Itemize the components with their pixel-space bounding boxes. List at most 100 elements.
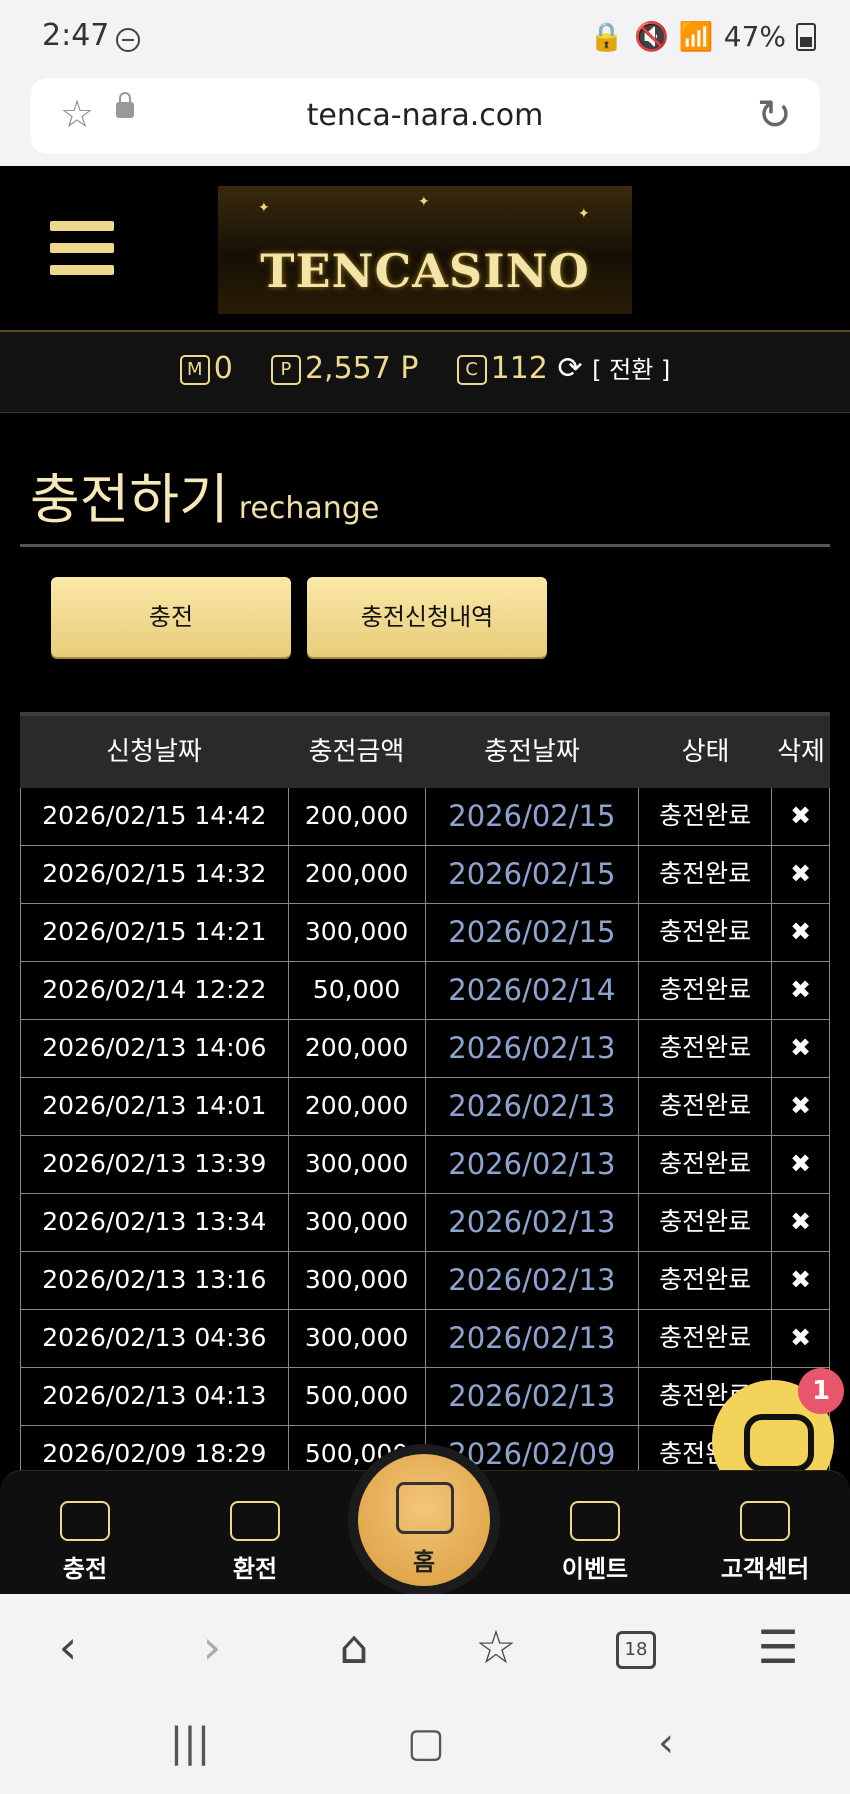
page-subtitle: rechange (238, 491, 380, 526)
charge-icon (60, 1501, 110, 1541)
home-heart-icon (396, 1482, 454, 1534)
delete-icon[interactable]: ✖ (772, 788, 830, 846)
coin-badge-icon: C (456, 355, 487, 385)
nav-event-label: 이벤트 (561, 1555, 629, 1583)
table-row: 2026/02/13 14:01 200,000 2026/02/13 충전완료 ✖ (20, 1078, 830, 1136)
support-icon (740, 1501, 790, 1541)
system-home-icon[interactable]: ▢ (386, 1720, 466, 1766)
lock-battery-icon: 🔒 (589, 20, 625, 53)
delete-icon[interactable]: ✖ (772, 1194, 830, 1252)
status-cell: 충전완료 (639, 1194, 773, 1252)
nav-charge-label: 충전 (62, 1555, 108, 1583)
amount-cell: 300,000 (288, 1310, 426, 1368)
delete-icon[interactable]: ✖ (772, 1078, 830, 1136)
charged-date-cell: 2026/02/13 (425, 1020, 640, 1078)
tab-count: 18 (616, 1631, 656, 1669)
delete-icon[interactable]: ✖ (772, 962, 830, 1020)
requested-date-cell: 2026/02/13 04:13 (21, 1368, 289, 1426)
nav-home-label: 홈 (412, 1548, 436, 1576)
delete-icon[interactable]: ✖ (772, 1252, 830, 1310)
charged-date-cell: 2026/02/13 (425, 1194, 640, 1252)
system-nav-bar: ||| ▢ ‹ (0, 1700, 850, 1794)
money-value: 0 (213, 351, 233, 386)
mute-icon: 🔇 (634, 20, 669, 53)
browser-toolbar: ‹ › ⌂ ☆ 18 ☰ (0, 1594, 850, 1700)
refresh-icon[interactable]: ⟳ (557, 351, 582, 386)
nav-home-button[interactable]: 홈 (358, 1454, 490, 1586)
status-cell: 충전완료 (639, 1252, 773, 1310)
exchange-icon (230, 1501, 280, 1541)
tabs-button[interactable]: 18 (596, 1620, 676, 1674)
charge-history-button[interactable]: 충전신청내역 (307, 577, 547, 657)
nav-event[interactable]: 이벤트 (525, 1501, 665, 1584)
status-cell: 충전완료 (639, 1136, 773, 1194)
reload-icon[interactable]: ↻ (757, 90, 792, 139)
recents-icon[interactable]: ||| (150, 1720, 230, 1766)
status-cell: 충전완료 (639, 846, 773, 904)
charged-date-cell: 2026/02/13 (425, 1136, 640, 1194)
address-bar[interactable]: ☆ tenca-nara.com ↻ (30, 78, 820, 154)
requested-date-cell: 2026/02/13 04:36 (21, 1310, 289, 1368)
delete-icon[interactable]: ✖ (772, 1310, 830, 1368)
balance-row: M0 P 2,557 P C 112 ⟳ [ 전환 ] (0, 350, 850, 386)
delete-icon[interactable]: ✖ (772, 1020, 830, 1078)
logo-text: TENCASINO (260, 244, 590, 298)
battery-percent: 47% (723, 20, 786, 53)
table-row: 2026/02/14 12:22 50,000 2026/02/14 충전완료 ✖ (20, 962, 830, 1020)
forward-icon[interactable]: › (172, 1620, 252, 1674)
back-icon[interactable]: ‹ (28, 1620, 108, 1674)
amount-cell: 300,000 (288, 1252, 426, 1310)
requested-date-cell: 2026/02/13 13:16 (21, 1252, 289, 1310)
nav-support[interactable]: 고객센터 (695, 1501, 835, 1584)
home-icon[interactable]: ⌂ (314, 1620, 394, 1674)
header-amount: 충전금액 (308, 737, 405, 767)
menu-icon[interactable]: ☰ (738, 1620, 818, 1674)
header-requested-date: 신청날짜 (106, 737, 202, 767)
point-value: 2,557 P (304, 351, 419, 386)
table-row: 2026/02/13 13:34 300,000 2026/02/13 충전완료 ✖ (20, 1194, 830, 1252)
status-cell: 충전완료 (639, 962, 773, 1020)
nav-charge[interactable]: 충전 (15, 1501, 155, 1584)
table-row: 2026/02/13 13:39 300,000 2026/02/13 충전완료 ✖ (20, 1136, 830, 1194)
requested-date-cell: 2026/02/13 14:06 (21, 1020, 289, 1078)
table-row: 2026/02/13 04:36 300,000 2026/02/13 충전완료 ✖ (20, 1310, 830, 1368)
table-row: 2026/02/13 04:13500,0002026/02/13충전완료✖ (20, 1368, 830, 1426)
chat-bubble-icon (744, 1414, 814, 1472)
charged-date-cell: 2026/02/15 (425, 846, 640, 904)
hamburger-menu-icon[interactable] (50, 221, 114, 287)
requested-date-cell: 2026/02/15 14:42 (21, 788, 289, 846)
nav-support-label: 고객센터 (720, 1555, 810, 1583)
amount-cell: 200,000 (288, 1020, 426, 1078)
page-title-text: 충전하기 (30, 468, 229, 531)
do-not-disturb-icon (116, 28, 140, 52)
coin-value: 112 (490, 351, 548, 386)
status-bar: 2:47 🔒 🔇 📶 47% (0, 0, 850, 78)
url-text[interactable]: tenca-nara.com (30, 98, 820, 133)
status-icons: 🔒 🔇 📶 47% (589, 20, 816, 53)
charged-date-cell: 2026/02/15 (425, 904, 640, 962)
convert-button[interactable]: [ 전환 ] (592, 356, 670, 384)
table-row: 2026/02/13 13:16 300,000 2026/02/13 충전완료 ✖ (20, 1252, 830, 1310)
charged-date-cell: 2026/02/13 (425, 1252, 640, 1310)
table-body: 2026/02/15 14:42 200,000 2026/02/15 충전완료 ✖ 20… (20, 788, 830, 1484)
nav-exchange[interactable]: 환전 (185, 1501, 325, 1584)
money-badge-icon: M (179, 355, 210, 385)
delete-icon[interactable]: ✖ (772, 1136, 830, 1194)
requested-date-cell: 2026/02/15 14:32 (21, 846, 289, 904)
bookmarks-icon[interactable]: ☆ (456, 1620, 536, 1674)
table-row: 2026/02/15 14:32 200,000 2026/02/15 충전완료 ✖ (20, 846, 830, 904)
delete-icon[interactable]: ✖ (772, 904, 830, 962)
system-back-icon[interactable]: ‹ (626, 1720, 706, 1766)
page-title: 충전하기 rechange (30, 455, 379, 534)
amount-cell: 200,000 (288, 788, 426, 846)
nav-exchange-label: 환전 (232, 1555, 278, 1583)
delete-icon[interactable]: ✖ (772, 846, 830, 904)
charged-date-cell: 2026/02/15 (425, 788, 640, 846)
point-badge-icon: P (270, 355, 301, 385)
browser-url-area: ☆ tenca-nara.com ↻ (0, 78, 850, 166)
battery-icon (796, 22, 816, 51)
charge-button[interactable]: 충전 (51, 577, 291, 657)
status-cell: 충전완료 (639, 788, 773, 846)
site-logo[interactable]: ✦ ✦ ✦ TENCASINO (218, 186, 632, 314)
status-time: 2:47 (42, 18, 110, 53)
